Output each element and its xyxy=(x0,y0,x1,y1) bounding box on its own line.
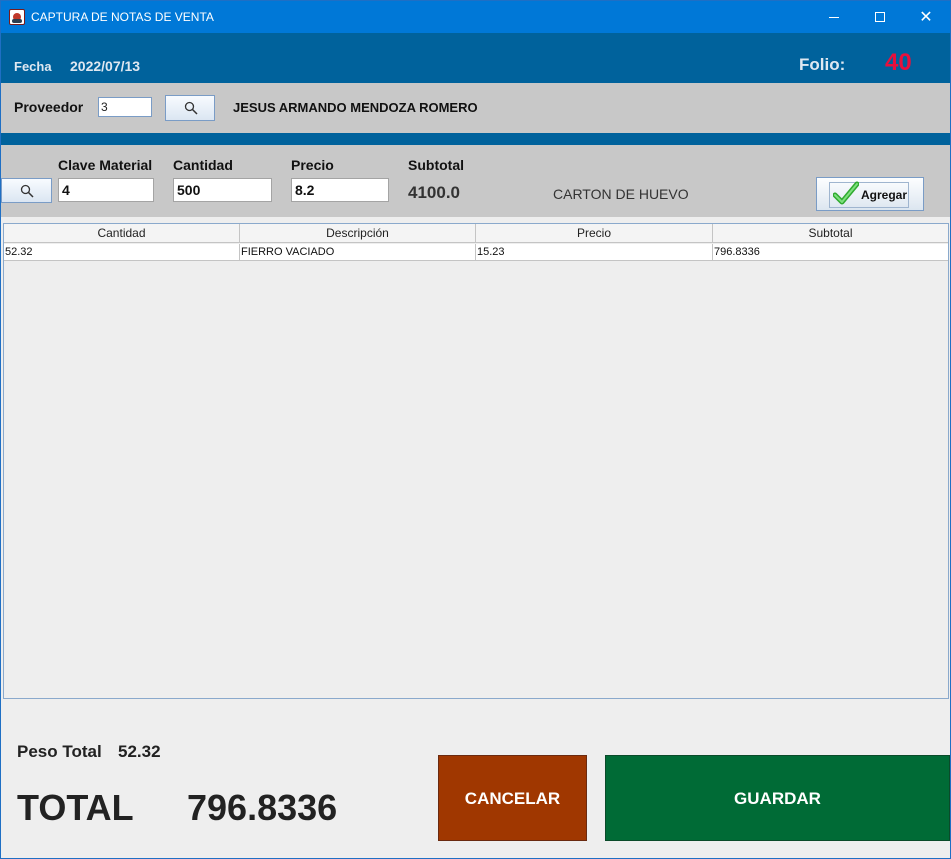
maximize-icon xyxy=(875,12,885,22)
proveedor-name: JESUS ARMANDO MENDOZA ROMERO xyxy=(233,100,478,115)
search-icon xyxy=(20,184,34,198)
agregar-label: Agregar xyxy=(861,188,908,202)
column-header-descripcion[interactable]: Descripción xyxy=(240,224,476,243)
detalle-table[interactable]: Cantidad Descripción Precio Subtotal 52.… xyxy=(3,223,949,699)
app-window: CAPTURA DE NOTAS DE VENTA ✕ Fecha 2022/0… xyxy=(0,0,951,859)
close-icon: ✕ xyxy=(919,7,933,26)
peso-total-label: Peso Total xyxy=(17,742,102,761)
column-header-subtotal[interactable]: Subtotal xyxy=(713,224,948,243)
divider-strip xyxy=(1,133,950,145)
table-row[interactable]: 52.32 FIERRO VACIADO 15.23 796.8336 xyxy=(4,244,948,261)
clave-material-label: Clave Material xyxy=(58,157,153,173)
material-row: Clave Material Cantidad Precio Subtotal … xyxy=(1,145,950,217)
proveedor-id-input[interactable]: 3 xyxy=(98,97,152,117)
fecha-label: Fecha xyxy=(14,59,52,74)
peso-total-value: 52.32 xyxy=(118,742,161,761)
minimize-button[interactable] xyxy=(811,1,857,33)
fecha-value: 2022/07/13 xyxy=(70,58,141,74)
total-value: 796.8336 xyxy=(187,787,338,828)
proveedor-search-button[interactable] xyxy=(165,95,215,121)
subtotal-label: Subtotal xyxy=(408,157,464,173)
proveedor-label: Proveedor xyxy=(14,99,84,115)
cell-cantidad[interactable]: 52.32 xyxy=(4,244,240,261)
total-label: TOTAL xyxy=(17,787,134,828)
close-button[interactable]: ✕ xyxy=(903,1,949,33)
maximize-button[interactable] xyxy=(857,1,903,33)
cancelar-button[interactable]: CANCELAR xyxy=(438,755,587,841)
cell-precio[interactable]: 15.23 xyxy=(476,244,713,261)
material-search-button[interactable] xyxy=(1,178,52,203)
folio-label: Folio: xyxy=(799,55,846,74)
checkmark-icon xyxy=(833,181,859,205)
precio-label: Precio xyxy=(291,157,334,173)
column-header-precio[interactable]: Precio xyxy=(476,224,713,243)
title-bar: CAPTURA DE NOTAS DE VENTA ✕ xyxy=(1,1,950,33)
search-icon xyxy=(184,101,198,115)
guardar-button[interactable]: GUARDAR xyxy=(605,755,950,841)
table-header: Cantidad Descripción Precio Subtotal xyxy=(4,224,948,243)
window-title: CAPTURA DE NOTAS DE VENTA xyxy=(31,10,214,24)
cell-descripcion[interactable]: FIERRO VACIADO xyxy=(240,244,476,261)
app-icon xyxy=(9,9,25,25)
folio-value: 40 xyxy=(885,49,912,76)
cell-subtotal[interactable]: 796.8336 xyxy=(713,244,948,261)
cantidad-label: Cantidad xyxy=(173,157,233,173)
column-header-cantidad[interactable]: Cantidad xyxy=(4,224,240,243)
agregar-button[interactable]: Agregar xyxy=(816,177,924,211)
proveedor-row: Proveedor 3 JESUS ARMANDO MENDOZA ROMERO xyxy=(1,83,950,133)
precio-input[interactable]: 8.2 xyxy=(291,178,389,202)
material-description: CARTON DE HUEVO xyxy=(553,186,689,202)
cantidad-input[interactable]: 500 xyxy=(173,178,272,202)
subtotal-value: 4100.0 xyxy=(408,183,460,202)
header-band: Fecha 2022/07/13 Folio: 40 xyxy=(1,33,950,83)
minimize-icon xyxy=(829,17,839,18)
clave-material-input[interactable]: 4 xyxy=(58,178,154,202)
